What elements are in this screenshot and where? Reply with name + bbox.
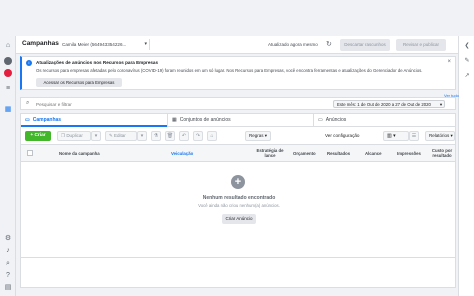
rules-button[interactable]: Regras ▾ <box>245 131 271 141</box>
column-campaign-name[interactable]: Nome da campanha <box>59 151 100 156</box>
create-ad-button[interactable]: Criar Anúncio <box>222 214 256 224</box>
empty-title: Nenhum resultado encontrado <box>202 195 276 201</box>
redo-button[interactable]: ↷ <box>193 131 203 141</box>
right-side-rail: ❮ ✎ ↗ <box>458 36 474 296</box>
notice-body: Os recursos para empresas afetadas pelo … <box>36 68 423 73</box>
chevron-down-icon: ▾ <box>264 133 268 138</box>
tab-ads[interactable]: ▭ Anúncios <box>313 114 457 127</box>
edit-label: Editar <box>114 133 126 138</box>
notice-title: Atualizações de anúncios nos Recursos pa… <box>36 60 159 65</box>
chevron-down-icon: ▾ <box>140 133 144 139</box>
trash-icon: 🗑 <box>166 133 174 139</box>
avatar[interactable] <box>4 57 12 65</box>
duplicate-menu-button[interactable]: ▾ <box>91 131 101 141</box>
column-delivery[interactable]: Veiculação <box>171 151 193 156</box>
table-footer <box>20 258 456 288</box>
undo-button[interactable]: ↶ <box>179 131 189 141</box>
ad-icon: ▭ <box>318 117 323 123</box>
info-icon: i <box>26 60 32 66</box>
tab-campaigns-label: Campanhas <box>32 117 62 123</box>
date-range-picker[interactable]: Este mês: 1 de Out de 2020 a 27 de Out d… <box>333 100 445 108</box>
business-resources-notice: i Atualizações de anúncios nos Recursos … <box>20 56 456 90</box>
undo-icon: ↶ <box>181 133 187 139</box>
account-name: Camila Meier (564943354226... <box>62 42 127 47</box>
date-range-label: Este mês: 1 de Out de 2020 a 27 de Out d… <box>337 102 431 107</box>
chevron-down-icon: ▾ <box>439 102 442 107</box>
chevron-down-icon: ▾ <box>144 41 147 47</box>
home-icon[interactable]: ⌂ <box>4 42 12 50</box>
empty-subtitle: Você ainda não criou nenhum(a) anúncios. <box>198 203 280 208</box>
columns-icon: ▥ <box>387 133 392 139</box>
search-input[interactable] <box>36 100 256 108</box>
page-header: Campanhas Camila Meier (564943354226... … <box>16 36 458 54</box>
column-bid-strategy[interactable]: Estratégia de lance <box>253 148 287 158</box>
redo-icon: ↷ <box>195 133 201 139</box>
discard-drafts-button[interactable]: Descartar rascunhos <box>340 39 390 51</box>
folder-icon: ▭ <box>25 117 30 123</box>
column-cost-per-result[interactable]: Custo por resultado <box>429 148 455 158</box>
tab-campaigns[interactable]: ▭ Campanhas <box>21 114 167 127</box>
flask-icon: ⚗ <box>153 133 159 139</box>
edit-pencil-icon[interactable]: ✎ <box>463 57 471 64</box>
search-rail-icon[interactable]: ⌕ <box>4 260 12 268</box>
settings-icon[interactable]: ⚙ <box>4 235 12 243</box>
tab-ad-sets[interactable]: ▦ Conjuntos de anúncios <box>167 114 313 127</box>
ab-test-button[interactable]: ⚗ <box>151 131 161 141</box>
chart-icon[interactable]: ↗ <box>463 72 471 79</box>
column-impressions[interactable]: Impressões <box>397 151 421 156</box>
chevron-down-icon: ▾ <box>393 133 396 139</box>
list-icon: ☰ <box>411 133 417 139</box>
collapse-icon[interactable]: ❮ <box>463 42 471 49</box>
tag-button[interactable]: ⌂ <box>207 131 217 141</box>
create-button[interactable]: + Criar <box>25 131 51 141</box>
left-navigation-rail: ⌂ ≡ ▦ ⚙ ♪ ⌕ ? ▤ <box>0 36 16 296</box>
search-icon: ⌕ <box>26 100 30 106</box>
business-resources-button[interactable]: Acessar os Recursos para Empresas <box>36 78 122 87</box>
grid-icon: ▦ <box>172 117 177 123</box>
notifications-icon[interactable]: ♪ <box>4 247 12 255</box>
duplicate-button[interactable]: ❐ Duplicar <box>57 131 91 141</box>
campaign-table-header: Nome da campanha Veiculação Estratégia d… <box>20 145 456 162</box>
empty-state: + Nenhum resultado encontrado Você ainda… <box>20 162 456 258</box>
columns-button[interactable]: ▥ ▾ <box>383 131 409 141</box>
refresh-icon[interactable]: ↻ <box>326 40 332 48</box>
duplicate-label: Duplicar <box>66 133 83 138</box>
plus-icon: + <box>231 175 245 189</box>
page-title: Campanhas <box>22 40 59 47</box>
level-tabs: ▭ Campanhas ▦ Conjuntos de anúncios ▭ Anúnc… <box>20 113 456 127</box>
campaigns-table-icon[interactable]: ▦ <box>4 106 12 114</box>
create-label: Criar <box>34 133 46 138</box>
column-results[interactable]: Resultados <box>327 151 350 156</box>
reports-button[interactable]: Relatórios ▾ <box>425 131 455 141</box>
tab-ads-label: Anúncios <box>325 117 347 123</box>
tab-ad-sets-label: Conjuntos de anúncios <box>179 117 231 123</box>
update-status: Atualizado agora mesmo <box>268 42 318 47</box>
search-filter-bar: ⌕ Este mês: 1 de Out de 2020 a 27 de Out… <box>20 97 456 110</box>
grid-menu-icon[interactable]: ≡ <box>4 85 12 93</box>
rules-label: Regras <box>249 133 264 138</box>
account-selector[interactable]: Camila Meier (564943354226... ▾ <box>60 39 150 50</box>
report-bug-icon[interactable]: ▤ <box>4 284 12 292</box>
chevron-down-icon: ▾ <box>450 133 453 138</box>
tag-icon: ⌂ <box>210 133 214 139</box>
column-budget[interactable]: Orçamento <box>293 151 316 156</box>
account-avatar[interactable] <box>4 69 12 77</box>
reports-label: Relatórios <box>429 133 450 138</box>
select-all-checkbox[interactable] <box>27 150 33 156</box>
actions-toolbar: + Criar ❐ Duplicar ▾ ✎ Editar ▾ ⚗ 🗑 ↶ ↷ … <box>20 127 456 145</box>
delete-button[interactable]: 🗑 <box>165 131 175 141</box>
pencil-icon: ✎ <box>109 133 113 138</box>
breakdown-button[interactable]: ☰ <box>409 131 419 141</box>
copy-icon: ❐ <box>61 133 66 138</box>
close-icon[interactable]: × <box>447 59 451 65</box>
edit-menu-button[interactable]: ▾ <box>137 131 147 141</box>
column-reach[interactable]: Alcance <box>365 151 381 156</box>
help-icon[interactable]: ? <box>4 272 12 280</box>
review-publish-button[interactable]: Revisar e publicar <box>396 39 446 51</box>
view-settings-link[interactable]: Ver configuração <box>325 133 359 138</box>
chevron-down-icon: ▾ <box>94 133 98 139</box>
edit-button[interactable]: ✎ Editar <box>105 131 137 141</box>
